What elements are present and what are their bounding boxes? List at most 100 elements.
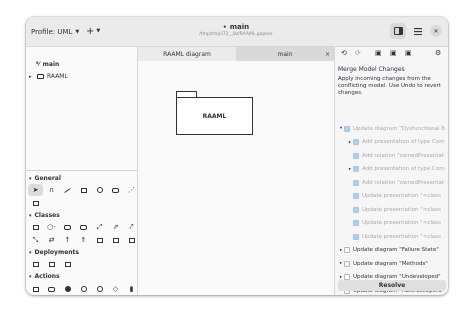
close-icon[interactable]: × [325, 51, 330, 58]
change-checkbox[interactable]: ✓ [353, 179, 359, 186]
toolbox-row [28, 258, 75, 270]
diagram-button[interactable]: ▣ [375, 49, 382, 57]
section-label: Classes [34, 212, 60, 219]
artifact-tool[interactable] [60, 258, 75, 270]
change-checkbox[interactable]: ✓ [344, 125, 350, 132]
flow-final-tool[interactable] [92, 283, 107, 295]
section-label: General [34, 175, 61, 182]
change-row[interactable]: ✓ Update presentation "<class [335, 218, 448, 229]
interface-tool[interactable]: ○- [44, 221, 59, 233]
change-row[interactable]: ▸ ✓ Add presentation of type Com [335, 137, 448, 148]
package-element[interactable]: RAAML [176, 97, 253, 135]
section-label: Deployments [34, 249, 79, 256]
metadata-tool[interactable] [28, 197, 43, 209]
main-menu-button[interactable] [410, 23, 426, 39]
send-signal-tool[interactable] [44, 283, 59, 295]
window-title: • main /tmp/tmpil72__8z/RAAML.gaphor [176, 23, 296, 37]
toolbox-section-actions[interactable]: ▾ Actions [29, 273, 60, 280]
section-label: Actions [34, 273, 60, 280]
initial-node-tool[interactable] [60, 283, 75, 295]
chevron-down-icon: ▾ [29, 212, 32, 219]
close-icon: ✕ [433, 27, 439, 35]
box-tool[interactable] [76, 184, 91, 196]
decision-tool[interactable]: ◇ [108, 283, 123, 295]
change-checkbox[interactable] [344, 260, 350, 267]
class-tool[interactable] [28, 221, 43, 233]
element-button[interactable]: ▣ [390, 49, 397, 57]
change-checkbox[interactable]: ✓ [353, 139, 359, 145]
tab-main[interactable]: main × [236, 47, 334, 61]
change-row[interactable]: ✓ Add relation "ownedPresentat [335, 177, 448, 188]
change-checkbox[interactable]: ✓ [353, 166, 359, 172]
comment-line-tool[interactable]: ⋰ [124, 184, 139, 196]
toolbox-section-classes[interactable]: ▾ Classes [29, 212, 60, 219]
association-tool[interactable]: ⤢ [92, 221, 107, 233]
pointer-icon: ➤ [32, 186, 39, 194]
change-row[interactable]: ▾ ✓ Update diagram "Dysfunctional B [335, 123, 448, 134]
change-label: Add presentation of type Com [362, 139, 445, 145]
change-checkbox[interactable] [344, 247, 350, 253]
stereotype-tool[interactable] [108, 234, 123, 246]
undo-icon: ⟲ [341, 49, 347, 57]
pointer-tool[interactable]: ➤ [28, 184, 43, 196]
final-node-tool[interactable] [76, 283, 91, 295]
realization-tool[interactable]: ⤡ [28, 234, 43, 246]
change-row[interactable]: ▸ Update diagram "Methods" [335, 258, 448, 269]
sidebar-icon [393, 27, 403, 35]
change-checkbox[interactable]: ✓ [353, 152, 359, 159]
diagram-tabs: RAAML diagram main × [138, 47, 334, 61]
save-button[interactable]: ▣ [405, 49, 412, 57]
initial-node-icon [64, 286, 71, 292]
comment-tool[interactable] [108, 184, 123, 196]
undo-button[interactable]: ⟲ [341, 49, 347, 57]
change-row[interactable]: ✓ Add relation "ownedPresentat [335, 150, 448, 161]
fork-tool[interactable]: ▮ [124, 283, 139, 295]
generalization-tool[interactable]: ⤤ [124, 221, 139, 233]
change-row[interactable]: ▸ Update diagram "Failure State" [335, 245, 448, 256]
diagram-canvas[interactable]: RAAML [138, 61, 334, 295]
change-row[interactable]: ✓ Update presentation "<class [335, 204, 448, 215]
data-type-tool[interactable] [76, 221, 91, 233]
close-window-button[interactable]: ✕ [430, 25, 442, 37]
ellipse-tool[interactable] [92, 184, 107, 196]
dependency-icon: ⇗ [112, 223, 119, 231]
change-row[interactable]: ✓ Update presentation "<class [335, 231, 448, 242]
device-tool[interactable] [44, 258, 59, 270]
dashed-line-icon: ⋰ [128, 186, 135, 194]
change-checkbox[interactable]: ✓ [353, 220, 359, 226]
enumeration-tool[interactable] [92, 234, 107, 246]
settings-button[interactable]: ⚙ [435, 49, 441, 57]
node-tool[interactable] [28, 258, 43, 270]
decision-icon: ◇ [112, 285, 119, 293]
sidebar-toggle-button[interactable] [390, 23, 406, 39]
toolbox-row: ⤡ ⇄ ↑ ⇑ [28, 234, 139, 246]
package-tool[interactable] [60, 221, 75, 233]
resolve-button[interactable]: Resolve [338, 280, 446, 291]
containment-tool[interactable]: ⇄ [44, 234, 59, 246]
change-checkbox[interactable]: ✓ [353, 233, 359, 240]
dependency-tool[interactable]: ⇗ [108, 221, 123, 233]
extension-tool[interactable]: ⇑ [76, 234, 91, 246]
metaclass-tool[interactable] [124, 234, 139, 246]
change-row[interactable]: ✓ Update presentation "<class [335, 191, 448, 202]
magnet-tool[interactable]: ∩ [44, 184, 59, 196]
arrow-up-tool[interactable]: ↑ [60, 234, 75, 246]
add-button[interactable]: + ▼ [86, 24, 100, 38]
profile-dropdown[interactable]: Profile: UML ▼ [31, 25, 79, 39]
tree-item-main[interactable]: ⁶⁄ main [36, 59, 59, 70]
action-tool[interactable] [28, 283, 43, 295]
redo-button[interactable]: ⟳ [355, 49, 361, 57]
tree-item-raaml[interactable]: ▸ RAAML [29, 71, 68, 82]
package-label: RAAML [202, 112, 227, 120]
toolbox-section-deployments[interactable]: ▾ Deployments [29, 249, 79, 256]
expand-icon[interactable]: ▸ [29, 74, 34, 80]
change-checkbox[interactable]: ✓ [353, 193, 359, 199]
element-icon: ▣ [390, 49, 397, 57]
line-tool[interactable] [60, 184, 75, 196]
change-checkbox[interactable]: ✓ [353, 206, 359, 213]
toolbox-section-general[interactable]: ▾ General [29, 175, 61, 182]
tab-raaml-diagram[interactable]: RAAML diagram [138, 47, 236, 61]
save-icon: ▣ [405, 49, 412, 57]
header-bar: Profile: UML ▼ + ▼ • main /tmp/tmpil72__8… [26, 17, 448, 47]
change-row[interactable]: ▸ ✓ Add presentation of type Com [335, 164, 448, 175]
